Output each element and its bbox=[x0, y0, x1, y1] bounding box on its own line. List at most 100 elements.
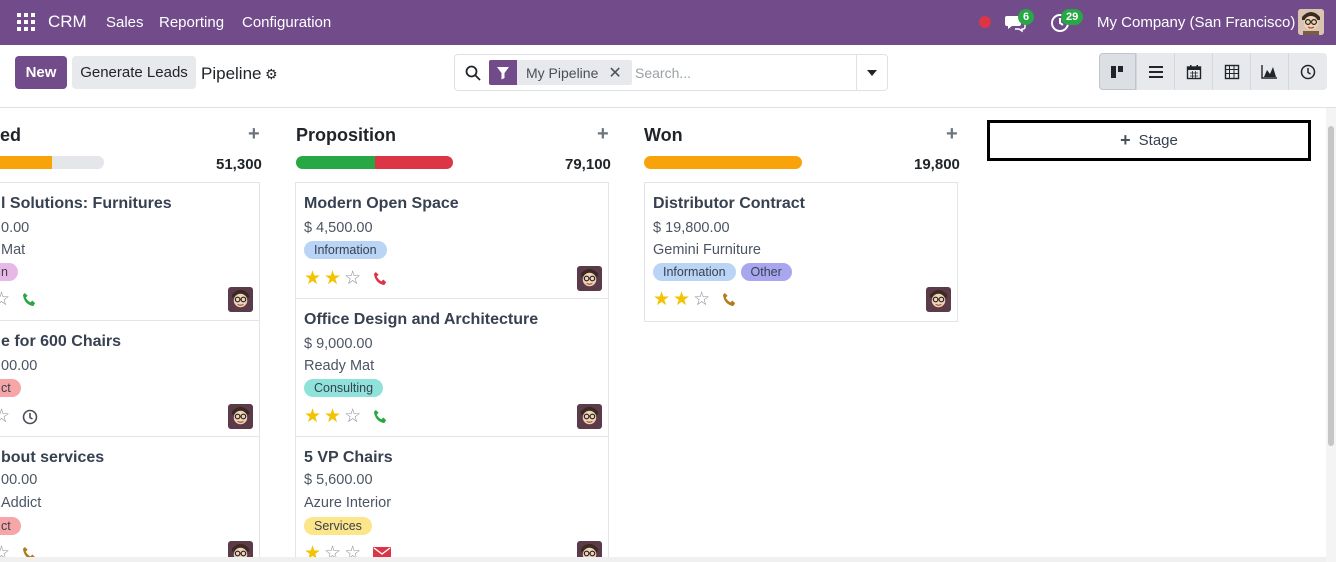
filter-facet: My Pipeline ✕ bbox=[489, 60, 632, 85]
kanban-view-button[interactable] bbox=[1099, 53, 1137, 90]
card-tag: Information bbox=[304, 241, 387, 259]
gear-icon[interactable]: ⚙ bbox=[265, 66, 278, 83]
apps-menu-icon[interactable] bbox=[17, 13, 35, 31]
salesperson-avatar[interactable] bbox=[228, 287, 253, 312]
pivot-view-button[interactable] bbox=[1213, 53, 1251, 90]
kanban-column-proposition: Proposition + 79,100 Modern Open Space $… bbox=[295, 108, 611, 562]
phone-icon[interactable] bbox=[373, 271, 388, 286]
star-icon[interactable]: ☆ bbox=[0, 290, 10, 309]
calendar-icon bbox=[1186, 64, 1201, 79]
card-title: e for 600 Chairs bbox=[1, 333, 122, 350]
add-stage-button[interactable]: + Stage bbox=[987, 120, 1311, 161]
column-progress-bar[interactable] bbox=[296, 156, 453, 169]
scrollbar-thumb[interactable] bbox=[1328, 126, 1334, 446]
kanban-card[interactable]: 5 VP Chairs $ 5,600.00 Azure Interior Se… bbox=[295, 436, 609, 562]
page-title: Pipeline bbox=[201, 64, 262, 83]
card-tags: Information Other bbox=[653, 263, 792, 281]
phone-icon[interactable] bbox=[373, 409, 388, 424]
salesperson-avatar[interactable] bbox=[577, 404, 602, 429]
kanban-card[interactable]: e for 600 Chairs 00.00 ct ☆ bbox=[0, 320, 260, 437]
quick-create-plus-icon[interactable]: + bbox=[248, 123, 260, 146]
caret-down-icon bbox=[867, 69, 877, 76]
kanban-card[interactable]: Modern Open Space $ 4,500.00 Information… bbox=[295, 182, 609, 299]
card-company: Ready Mat bbox=[304, 358, 375, 374]
star-icon[interactable]: ★ bbox=[304, 269, 321, 288]
remove-facet-close-icon[interactable]: ✕ bbox=[604, 60, 632, 85]
user-avatar[interactable] bbox=[1298, 9, 1324, 35]
column-progress-bar[interactable] bbox=[644, 156, 802, 169]
card-amount: 0.00 bbox=[1, 220, 30, 236]
card-title: Modern Open Space bbox=[304, 195, 459, 212]
kanban-card[interactable]: Distributor Contract $ 19,800.00 Gemini … bbox=[644, 182, 958, 322]
clock-icon[interactable] bbox=[22, 409, 38, 425]
app-brand[interactable]: CRM bbox=[48, 12, 87, 32]
priority-stars[interactable]: ☆ bbox=[0, 407, 38, 426]
star-icon[interactable]: ☆ bbox=[693, 290, 710, 309]
priority-stars[interactable]: ★ ★ ☆ bbox=[653, 290, 737, 309]
star-icon[interactable]: ★ bbox=[324, 407, 341, 426]
card-company: Azure Interior bbox=[304, 495, 392, 511]
menu-reporting[interactable]: Reporting bbox=[159, 14, 224, 31]
calendar-view-button[interactable] bbox=[1175, 53, 1213, 90]
card-tag: ct bbox=[0, 379, 21, 397]
salesperson-avatar[interactable] bbox=[926, 287, 951, 312]
salesperson-avatar[interactable] bbox=[228, 404, 253, 429]
card-amount: $ 9,000.00 bbox=[304, 336, 373, 352]
quick-create-plus-icon[interactable]: + bbox=[597, 123, 609, 146]
add-stage-label: Stage bbox=[1138, 132, 1178, 149]
generate-leads-button[interactable]: Generate Leads bbox=[72, 56, 196, 89]
star-icon[interactable]: ★ bbox=[304, 407, 321, 426]
kanban-card[interactable]: l Solutions: Furnitures 0.00 Mat n ☆ bbox=[0, 182, 260, 321]
company-switcher[interactable]: My Company (San Francisco) bbox=[1097, 14, 1295, 31]
column-header[interactable]: Won + bbox=[644, 123, 960, 147]
activity-count-badge: 29 bbox=[1061, 9, 1084, 25]
clock-icon bbox=[1300, 64, 1316, 79]
priority-stars[interactable]: ★ ★ ☆ bbox=[304, 269, 388, 288]
card-company: Addict bbox=[1, 495, 42, 511]
kanban-card[interactable]: Office Design and Architecture $ 9,000.0… bbox=[295, 298, 609, 437]
priority-stars[interactable]: ☆ bbox=[0, 290, 37, 309]
card-amount: $ 5,600.00 bbox=[304, 472, 373, 488]
menu-sales[interactable]: Sales bbox=[106, 14, 144, 31]
new-button[interactable]: New bbox=[15, 56, 67, 89]
star-icon[interactable]: ★ bbox=[673, 290, 690, 309]
star-icon[interactable]: ★ bbox=[653, 290, 670, 309]
search-options-toggle[interactable] bbox=[856, 55, 887, 90]
search-input[interactable] bbox=[635, 62, 855, 84]
kanban-column-partial: ed + 51,300 l Solutions: Furnitures 0.00… bbox=[0, 108, 262, 562]
salesperson-avatar[interactable] bbox=[577, 266, 602, 291]
plus-icon: + bbox=[1120, 130, 1131, 150]
quick-create-plus-icon[interactable]: + bbox=[946, 123, 958, 146]
column-title: ed bbox=[0, 125, 22, 145]
star-icon[interactable]: ★ bbox=[324, 269, 341, 288]
card-tag: ct bbox=[0, 517, 21, 535]
column-header[interactable]: ed + bbox=[0, 123, 262, 147]
kanban-icon bbox=[1110, 65, 1123, 78]
card-tag: Other bbox=[740, 263, 792, 281]
star-icon[interactable]: ☆ bbox=[344, 269, 361, 288]
view-switcher bbox=[1099, 53, 1327, 90]
star-icon[interactable]: ☆ bbox=[344, 407, 361, 426]
card-company: Gemini Furniture bbox=[653, 242, 761, 258]
card-tags: n bbox=[0, 263, 18, 281]
card-tags: ct bbox=[0, 517, 21, 535]
messaging-count-badge: 6 bbox=[1018, 9, 1035, 25]
star-icon[interactable]: ☆ bbox=[0, 407, 10, 426]
phone-icon[interactable] bbox=[722, 292, 737, 307]
recording-indicator-icon[interactable] bbox=[979, 16, 991, 28]
column-total: 19,800 bbox=[914, 156, 960, 173]
kanban-card[interactable]: bout services 00.00 Addict ct ☆ bbox=[0, 436, 260, 562]
activity-view-button[interactable] bbox=[1289, 53, 1327, 90]
column-progress-bar[interactable] bbox=[0, 156, 104, 169]
vertical-scrollbar[interactable] bbox=[1326, 108, 1336, 562]
card-tags: ct bbox=[0, 379, 21, 397]
card-tags: Information bbox=[304, 241, 387, 259]
menu-configuration[interactable]: Configuration bbox=[242, 14, 331, 31]
phone-icon[interactable] bbox=[22, 292, 37, 307]
graph-view-button[interactable] bbox=[1251, 53, 1289, 90]
column-header[interactable]: Proposition + bbox=[295, 123, 611, 147]
horizontal-scrollbar[interactable] bbox=[0, 557, 1326, 562]
card-tags: Consulting bbox=[304, 379, 384, 397]
priority-stars[interactable]: ★ ★ ☆ bbox=[304, 407, 388, 426]
list-view-button[interactable] bbox=[1137, 53, 1175, 90]
